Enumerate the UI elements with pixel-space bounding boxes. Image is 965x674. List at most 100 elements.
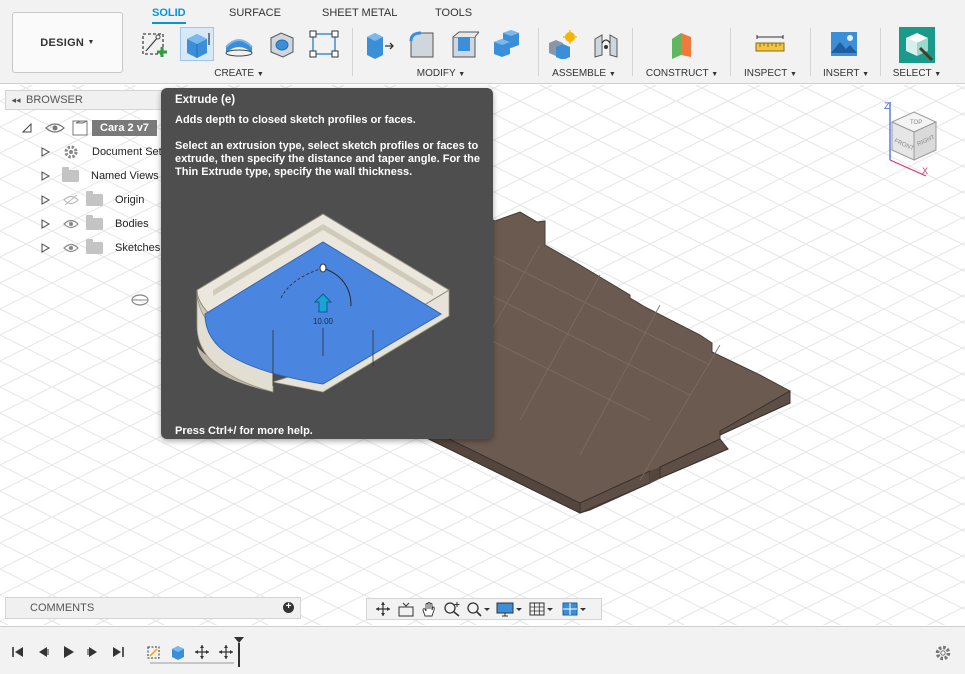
assemble-label: ASSEMBLE [552, 68, 607, 79]
zoom-window-button[interactable] [465, 600, 491, 618]
combine-button[interactable] [490, 27, 524, 61]
folder-icon [86, 215, 103, 230]
construct-label: CONSTRUCT [645, 68, 709, 79]
look-at-icon [398, 602, 414, 617]
fillet-button[interactable] [405, 27, 439, 61]
chevron-down-icon: ▼ [256, 71, 264, 78]
shell-button[interactable] [447, 27, 481, 61]
chevron-down-icon: ▼ [608, 71, 616, 78]
insert-label: INSERT [823, 68, 860, 79]
tab-solid[interactable]: SOLID [152, 6, 186, 24]
tree-item-bodies[interactable]: Bodies [40, 213, 149, 235]
tree-item-sketches[interactable]: Sketches [40, 237, 160, 259]
orbit-button[interactable] [373, 600, 393, 618]
display-settings-button[interactable] [494, 600, 524, 618]
tree-item-label: Sketches [115, 242, 161, 254]
timeline-last-button[interactable] [110, 644, 126, 660]
view-cube-icon: Z X TOP FRONT RIGHT [884, 101, 938, 177]
orbit-icon [376, 602, 390, 616]
insert-menu[interactable]: INSERT ▼ [823, 68, 869, 79]
select-menu[interactable]: SELECT ▼ [892, 68, 942, 79]
grid-settings-button[interactable] [527, 600, 557, 618]
revolve-button[interactable] [222, 27, 256, 61]
offset-plane-button[interactable] [665, 27, 699, 61]
expand-triangle-icon[interactable] [40, 243, 50, 253]
assemble-menu[interactable]: ASSEMBLE ▼ [551, 68, 617, 79]
move-feature-icon [195, 645, 209, 659]
eye-icon[interactable] [62, 242, 80, 254]
add-comment-icon[interactable]: + [283, 602, 294, 613]
extrude-icon [187, 33, 210, 58]
select-icon [899, 27, 935, 63]
expand-triangle-icon[interactable] [40, 171, 50, 181]
component-icon [72, 120, 88, 136]
eye-icon[interactable] [44, 121, 66, 135]
viewports-button[interactable] [560, 600, 590, 618]
timeline-track [150, 662, 234, 664]
skip-to-end-icon [113, 647, 124, 657]
expand-triangle-icon[interactable] [40, 195, 50, 205]
tab-sheet-metal[interactable]: SHEET METAL [322, 6, 397, 24]
collapse-triangle-icon[interactable] [22, 123, 32, 133]
construct-menu[interactable]: CONSTRUCT ▼ [645, 68, 719, 79]
joint-button[interactable] [589, 27, 623, 61]
play-icon [64, 646, 74, 658]
view-cube[interactable]: Z X TOP FRONT RIGHT [880, 98, 950, 181]
new-component-icon [549, 30, 577, 59]
pan-hand-icon [422, 602, 435, 617]
timeline-first-button[interactable] [10, 644, 26, 660]
expand-triangle-icon[interactable] [40, 219, 50, 229]
tree-item-label: Bodies [115, 218, 149, 230]
tree-root-cara[interactable]: Cara 2 v7 [22, 117, 157, 139]
timeline-play-button[interactable] [60, 644, 76, 660]
expand-triangle-icon[interactable] [40, 147, 50, 157]
tree-item-origin[interactable]: Origin [40, 189, 144, 211]
skip-to-start-icon [12, 647, 23, 657]
pattern-button[interactable] [307, 27, 341, 61]
select-button[interactable] [897, 25, 937, 65]
view-cube-top[interactable]: TOP [910, 120, 922, 126]
browser-title: BROWSER [26, 94, 83, 106]
chevron-down-icon: ▼ [458, 71, 466, 78]
inspect-label: INSPECT [744, 68, 788, 79]
extrude-feature-icon [172, 646, 184, 660]
browser-header[interactable]: ◂◂ BROWSER [5, 90, 170, 110]
look-at-button[interactable] [396, 600, 416, 618]
tab-surface[interactable]: SURFACE [229, 6, 281, 24]
timeline-extrude-feature[interactable] [170, 644, 186, 660]
timeline-sketch-feature[interactable] [146, 644, 162, 660]
modify-menu[interactable]: MODIFY ▼ [410, 68, 472, 79]
measure-button[interactable] [753, 27, 787, 61]
zoom-icon [444, 602, 460, 617]
insert-image-button[interactable] [827, 27, 861, 61]
new-component-button[interactable] [545, 27, 579, 61]
folder-icon [62, 167, 79, 182]
press-pull-button[interactable] [362, 27, 396, 61]
timeline-move-feature[interactable] [194, 644, 210, 660]
step-back-icon [39, 647, 49, 657]
toolbar: DESIGN ▼ SOLID SURFACE SHEET METAL TOOLS [0, 0, 965, 84]
collapse-panel-icon[interactable]: ◂◂ [6, 95, 26, 106]
timeline-settings-gear-icon[interactable] [934, 644, 952, 662]
pan-button[interactable] [419, 600, 439, 618]
eye-hidden-icon[interactable] [62, 194, 80, 206]
viewports-icon [562, 602, 586, 616]
create-sketch-button[interactable] [138, 27, 172, 61]
step-forward-icon [87, 647, 97, 657]
inspect-menu[interactable]: INSPECT ▼ [744, 68, 797, 79]
folder-icon [86, 191, 103, 206]
tab-tools[interactable]: TOOLS [435, 6, 472, 24]
comments-panel[interactable]: COMMENTS + [5, 597, 301, 619]
extrude-button[interactable] [180, 27, 214, 61]
zoom-button[interactable] [442, 600, 462, 618]
timeline-prev-button[interactable] [35, 644, 51, 660]
create-menu[interactable]: CREATE ▼ [203, 68, 275, 79]
press-pull-icon [367, 33, 394, 59]
tree-item-named-views[interactable]: Named Views [40, 165, 159, 187]
eye-icon[interactable] [62, 218, 80, 230]
ruler-icon [755, 35, 785, 52]
hole-button[interactable] [265, 27, 299, 61]
timeline-next-button[interactable] [85, 644, 101, 660]
design-workspace-button[interactable]: DESIGN ▼ [12, 12, 123, 73]
chevron-down-icon: ▼ [862, 71, 870, 78]
